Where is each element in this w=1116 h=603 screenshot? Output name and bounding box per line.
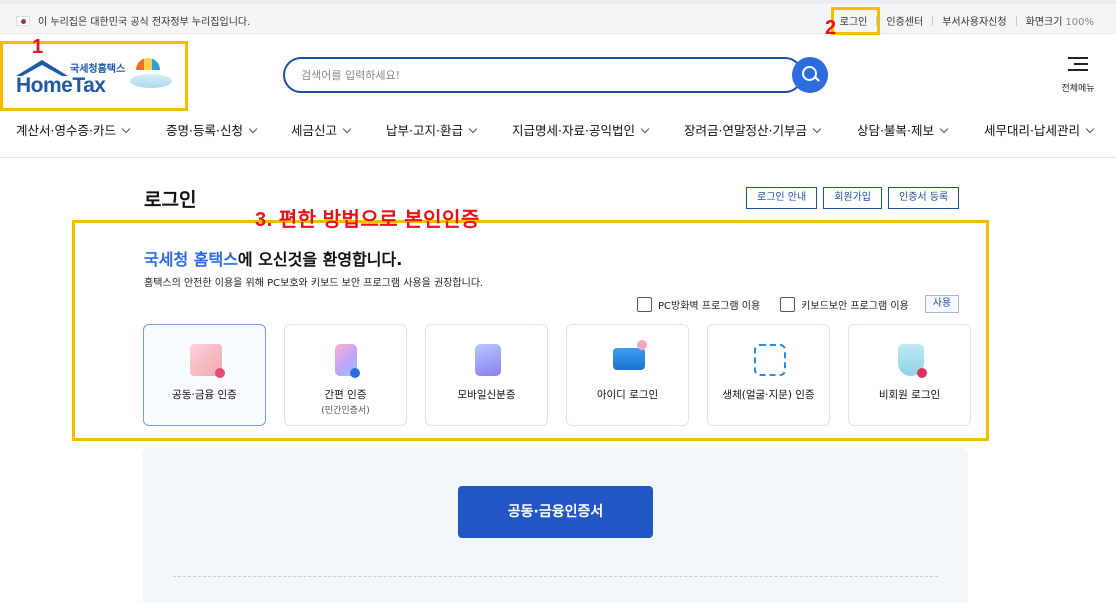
annotation-1: 1 — [32, 36, 44, 58]
chevron-down-icon — [1085, 124, 1095, 134]
chevron-down-icon — [121, 124, 131, 134]
gov-banner: 이 누리집은 대한민국 공식 전자정부 누리집입니다. 로그인 인증센터 부서사… — [0, 4, 1116, 34]
hamburger-icon — [1068, 57, 1088, 71]
chevron-down-icon — [939, 124, 949, 134]
chevron-down-icon — [342, 124, 352, 134]
nav-consult-appeal[interactable]: 상담·불복·제보 — [857, 120, 949, 139]
search-button[interactable] — [792, 57, 828, 93]
all-menu-label: 전체메뉴 — [1061, 84, 1095, 94]
cert-register-button[interactable]: 인증서 등록 — [888, 187, 960, 209]
nav-payment-statement[interactable]: 지급명세·자료·공익법인 — [512, 120, 650, 139]
login-utility-buttons: 로그인 안내 회원가입 인증서 등록 — [746, 187, 960, 209]
nav-incentive-settlement[interactable]: 장려금·연말정산·기부금 — [684, 120, 822, 139]
search-input[interactable] — [283, 57, 803, 93]
gov-banner-left: 이 누리집은 대한민국 공식 전자정부 누리집입니다. — [16, 13, 250, 28]
highlight-box-logo — [0, 41, 188, 111]
nav-tax-agent[interactable]: 세무대리·납세관리 — [984, 120, 1095, 139]
zoom-value: 100% — [1065, 17, 1094, 28]
chevron-down-icon — [248, 124, 258, 134]
zoom-label: 화면크기 — [1025, 17, 1063, 28]
nav-tax-report[interactable]: 세금신고 — [291, 120, 352, 139]
chevron-down-icon — [640, 124, 650, 134]
divider — [173, 576, 938, 577]
chevron-down-icon — [812, 124, 822, 134]
page-title: 로그인 — [144, 189, 197, 211]
dept-user-link[interactable]: 부서사용자신청 — [942, 13, 1006, 28]
annotation-2: 2 — [825, 17, 837, 39]
annotation-3: 3. 편한 방법으로 본인인증 — [255, 209, 480, 231]
certificate-login-panel: 공동·금융인증서 — [143, 448, 968, 603]
nav-payment-refund[interactable]: 납부·고지·환급 — [386, 120, 478, 139]
signup-button[interactable]: 회원가입 — [823, 187, 882, 209]
highlight-box-login-link — [831, 7, 880, 35]
divider — [932, 15, 934, 26]
highlight-box-login-methods — [72, 220, 989, 441]
cert-center-link[interactable]: 인증센터 — [886, 13, 923, 28]
gov-banner-text: 이 누리집은 대한민국 공식 전자정부 누리집입니다. — [38, 17, 251, 28]
korea-flag-icon — [16, 15, 30, 26]
all-menu-button[interactable]: 전체메뉴 — [1058, 57, 1098, 95]
divider — [1015, 15, 1017, 26]
zoom-control[interactable]: 화면크기 100% — [1026, 13, 1094, 28]
nav-invoice-receipt-card[interactable]: 계산서·영수증·카드 — [16, 120, 131, 139]
nav-certificate-registration[interactable]: 증명·등록·신청 — [166, 120, 258, 139]
search-bar — [283, 57, 828, 93]
joint-financial-cert-button[interactable]: 공동·금융인증서 — [458, 486, 653, 538]
login-guide-button[interactable]: 로그인 안내 — [746, 187, 818, 209]
main-navigation: 계산서·영수증·카드 증명·등록·신청 세금신고 납부·고지·환급 지급명세·자… — [0, 112, 1116, 158]
chevron-down-icon — [468, 124, 478, 134]
